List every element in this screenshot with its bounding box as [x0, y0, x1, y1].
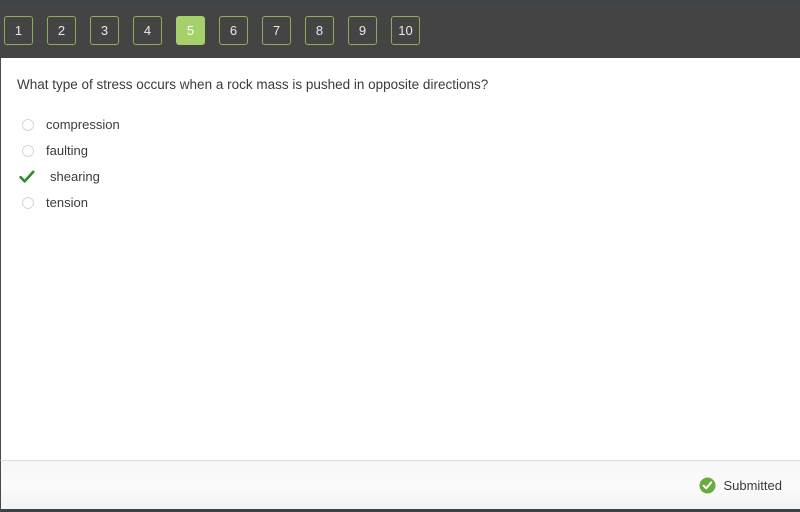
radio-circle: [22, 196, 34, 209]
quiz-page: 1 2 3 4 5 6 7 8 9 10 What type of stress occurs w…: [0, 0, 800, 512]
question-number-list: 1 2 3 4 5 6 7 8 9 10: [0, 3, 800, 58]
question-number-button-6[interactable]: 6: [219, 16, 248, 45]
answer-option-label: tension: [46, 195, 88, 211]
footer-bar: Submitted: [0, 460, 800, 512]
check-circle-icon: [699, 477, 716, 494]
radio-icon: [17, 192, 39, 214]
answer-option-label: shearing: [50, 169, 100, 185]
check-icon: [17, 166, 39, 188]
answer-option[interactable]: faulting: [17, 138, 784, 164]
radio-icon: [17, 114, 39, 136]
question-number-button-4[interactable]: 4: [133, 16, 162, 45]
answer-option[interactable]: tension: [17, 190, 784, 216]
status-badge: Submitted: [699, 477, 782, 494]
question-number-button-3[interactable]: 3: [90, 16, 119, 45]
status-label: Submitted: [723, 477, 782, 493]
question-number-button-2[interactable]: 2: [47, 16, 76, 45]
question-number-button-8[interactable]: 8: [305, 16, 334, 45]
question-navigator: 1 2 3 4 5 6 7 8 9 10: [0, 0, 800, 58]
question-number-button-9[interactable]: 9: [348, 16, 377, 45]
question-number-button-10[interactable]: 10: [391, 16, 420, 45]
answer-option[interactable]: shearing: [17, 164, 784, 190]
question-number-button-5[interactable]: 5: [176, 16, 205, 45]
question-number-button-1[interactable]: 1: [4, 16, 33, 45]
answer-option-label: faulting: [46, 143, 88, 159]
answer-option[interactable]: compression: [17, 112, 784, 138]
question-panel: What type of stress occurs when a rock m…: [0, 58, 800, 460]
question-text: What type of stress occurs when a rock m…: [17, 77, 489, 92]
question-number-button-7[interactable]: 7: [262, 16, 291, 45]
answer-option-label: compression: [46, 117, 120, 133]
radio-circle: [22, 144, 34, 157]
radio-circle: [22, 118, 34, 131]
radio-icon: [17, 140, 39, 162]
answer-options-list: compression faulting shearing tension: [17, 112, 784, 216]
